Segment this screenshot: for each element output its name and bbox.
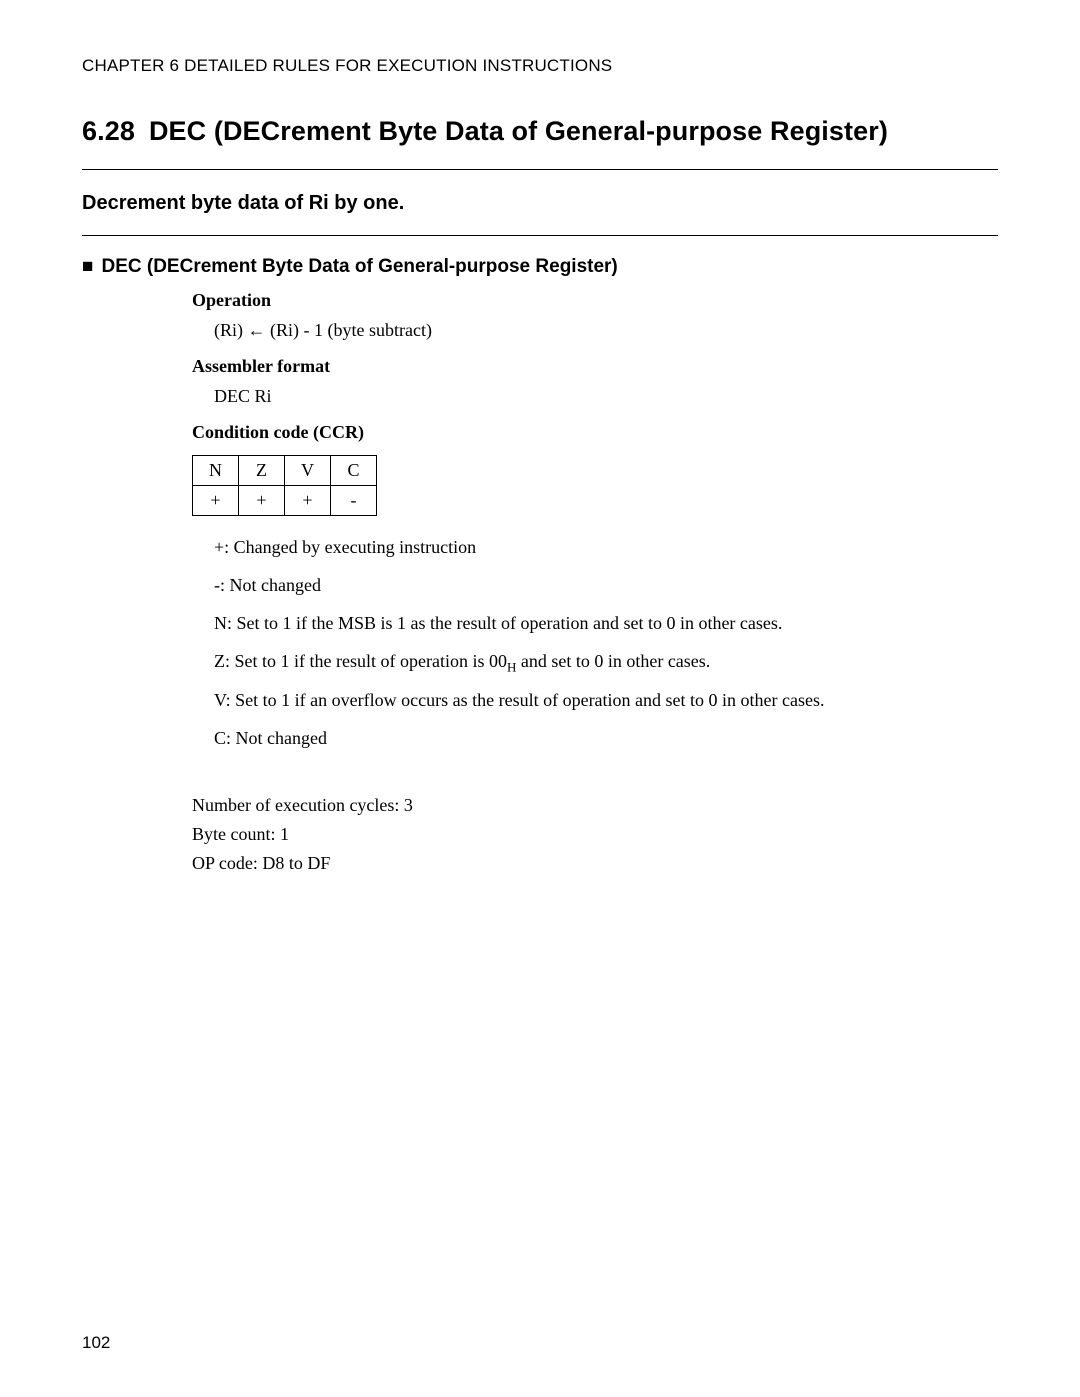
note-z-pre: Z: Set to 1 if the result of operation i… — [214, 651, 507, 671]
assembler-label: Assembler format — [192, 356, 998, 377]
rule-top — [82, 169, 998, 170]
operation-label: Operation — [192, 290, 998, 311]
ccr-value-c: - — [331, 486, 377, 516]
note-z-post: and set to 0 in other cases. — [516, 651, 710, 671]
ccr-value-row: + + + - — [193, 486, 377, 516]
section-title-text: DEC (DECrement Byte Data of General-purp… — [149, 116, 888, 146]
ccr-value-n: + — [193, 486, 239, 516]
subheading-text: DEC (DECrement Byte Data of General-purp… — [101, 256, 617, 277]
note-plus: +: Changed by executing instruction — [214, 534, 998, 562]
subheading: ■ DEC (DECrement Byte Data of General-pur… — [82, 256, 998, 278]
meta-block: Number of execution cycles: 3 Byte count… — [192, 795, 998, 874]
ccr-table: N Z V C + + + - — [192, 455, 377, 516]
ccr-header-n: N — [193, 456, 239, 486]
ccr-value-v: + — [285, 486, 331, 516]
ccr-header-z: Z — [239, 456, 285, 486]
ccr-value-z: + — [239, 486, 285, 516]
ccr-header-v: V — [285, 456, 331, 486]
note-z: Z: Set to 1 if the result of operation i… — [214, 648, 998, 678]
square-bullet-icon: ■ — [82, 256, 93, 277]
note-c: C: Not changed — [214, 725, 998, 753]
meta-cycles: Number of execution cycles: 3 — [192, 795, 998, 816]
ccr-header-c: C — [331, 456, 377, 486]
ccr-label: Condition code (CCR) — [192, 422, 998, 443]
chapter-header: CHAPTER 6 DETAILED RULES FOR EXECUTION I… — [82, 56, 998, 76]
operation-text: (Ri) ← (Ri) - 1 (byte subtract) — [214, 317, 998, 344]
note-n: N: Set to 1 if the MSB is 1 as the resul… — [214, 610, 998, 638]
page: CHAPTER 6 DETAILED RULES FOR EXECUTION I… — [0, 0, 1080, 1397]
ccr-notes: +: Changed by executing instruction -: N… — [192, 534, 998, 753]
note-v: V: Set to 1 if an overflow occurs as the… — [214, 687, 998, 715]
note-minus: -: Not changed — [214, 572, 998, 600]
rule-bottom — [82, 235, 998, 236]
note-z-sub: H — [507, 659, 516, 674]
operation-block: Operation (Ri) ← (Ri) - 1 (byte subtract… — [192, 290, 998, 753]
section-number: 6.28 — [82, 116, 135, 146]
page-number: 102 — [82, 1333, 110, 1353]
summary-line: Decrement byte data of Ri by one. — [82, 192, 998, 215]
meta-bytes: Byte count: 1 — [192, 824, 998, 845]
section-title: 6.28 DEC (DECrement Byte Data of General-… — [82, 116, 998, 147]
assembler-text: DEC Ri — [214, 383, 998, 410]
meta-opcode: OP code: D8 to DF — [192, 853, 998, 874]
ccr-header-row: N Z V C — [193, 456, 377, 486]
